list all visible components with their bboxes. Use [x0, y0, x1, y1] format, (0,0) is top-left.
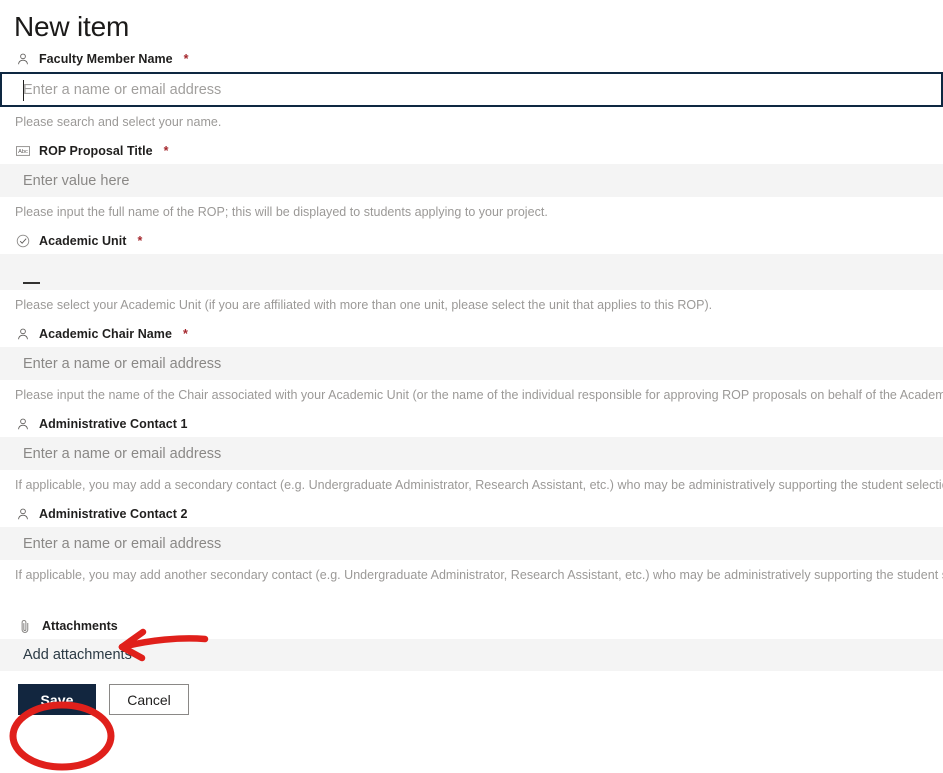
required-indicator: *	[137, 234, 143, 248]
field-helper-text: Please select your Academic Unit (if you…	[15, 298, 713, 312]
input-placeholder: Enter a name or email address	[23, 81, 222, 98]
attachments-label: Attachments	[42, 619, 118, 633]
field-label: Faculty Member Name	[39, 52, 173, 66]
save-button[interactable]: Save	[18, 684, 96, 715]
field-academic-chair-name: Academic Chair Name * Enter a name or em…	[0, 321, 943, 403]
field-administrative-contact-1: Administrative Contact 1 Enter a name or…	[0, 411, 943, 493]
svg-text:Abc: Abc	[18, 149, 28, 155]
text-caret	[23, 80, 24, 101]
form-action-buttons: Save Cancel	[0, 671, 943, 715]
cancel-button[interactable]: Cancel	[109, 684, 189, 715]
required-indicator: *	[163, 144, 169, 158]
administrative-contact-2-input[interactable]: Enter a name or email address	[0, 527, 943, 560]
field-label-row: Administrative Contact 2	[0, 501, 943, 527]
field-label-row: Abc ROP Proposal Title *	[0, 138, 943, 164]
academic-unit-select[interactable]	[0, 254, 943, 290]
field-label-row: Faculty Member Name *	[0, 46, 943, 72]
faculty-member-name-input[interactable]: Enter a name or email address	[0, 72, 943, 107]
paperclip-icon	[17, 618, 33, 634]
attachments-label-row: Attachments	[0, 613, 943, 639]
field-helper-text: Please input the name of the Chair assoc…	[15, 388, 943, 402]
rop-proposal-title-input[interactable]: Enter value here	[0, 164, 943, 197]
person-icon	[15, 506, 31, 522]
input-placeholder: Enter value here	[23, 172, 130, 189]
empty-value-dash	[23, 282, 40, 284]
field-helper-text: If applicable, you may add another secon…	[15, 568, 943, 582]
field-label-row: Academic Chair Name *	[0, 321, 943, 347]
field-academic-unit: Academic Unit * Please select your Acade…	[0, 228, 943, 313]
field-helper-text: If applicable, you may add a secondary c…	[15, 478, 943, 492]
field-label: Academic Unit	[39, 234, 127, 248]
add-attachments-row[interactable]: Add attachments	[0, 639, 943, 671]
attachments-section: Attachments Add attachments	[0, 613, 943, 671]
field-label: ROP Proposal Title	[39, 144, 153, 158]
field-helper-text: Please input the full name of the ROP; t…	[15, 205, 548, 219]
field-administrative-contact-2: Administrative Contact 2 Enter a name or…	[0, 501, 943, 583]
person-icon	[15, 416, 31, 432]
field-helper-text: Please search and select your name.	[15, 115, 222, 129]
field-rop-proposal-title: Abc ROP Proposal Title * Enter value her…	[0, 138, 943, 220]
field-label: Academic Chair Name	[39, 327, 172, 341]
person-icon	[15, 51, 31, 67]
required-indicator: *	[183, 52, 189, 66]
field-label: Administrative Contact 2	[39, 507, 188, 521]
input-placeholder: Enter a name or email address	[23, 535, 222, 552]
required-indicator: *	[182, 327, 188, 341]
input-placeholder: Enter a name or email address	[23, 445, 222, 462]
input-placeholder: Enter a name or email address	[23, 355, 222, 372]
administrative-contact-1-input[interactable]: Enter a name or email address	[0, 437, 943, 470]
field-faculty-member-name: Faculty Member Name * Enter a name or em…	[0, 46, 943, 130]
new-item-form-page: New item Faculty Member Name * Enter a n…	[0, 0, 943, 773]
field-label-row: Administrative Contact 1	[0, 411, 943, 437]
add-attachments-link[interactable]: Add attachments	[23, 647, 132, 663]
abc-text-icon: Abc	[15, 143, 31, 159]
person-icon	[15, 326, 31, 342]
field-label: Administrative Contact 1	[39, 417, 188, 431]
academic-chair-name-input[interactable]: Enter a name or email address	[0, 347, 943, 380]
field-label-row: Academic Unit *	[0, 228, 943, 254]
check-circle-icon	[15, 233, 31, 249]
page-title: New item	[14, 11, 130, 42]
